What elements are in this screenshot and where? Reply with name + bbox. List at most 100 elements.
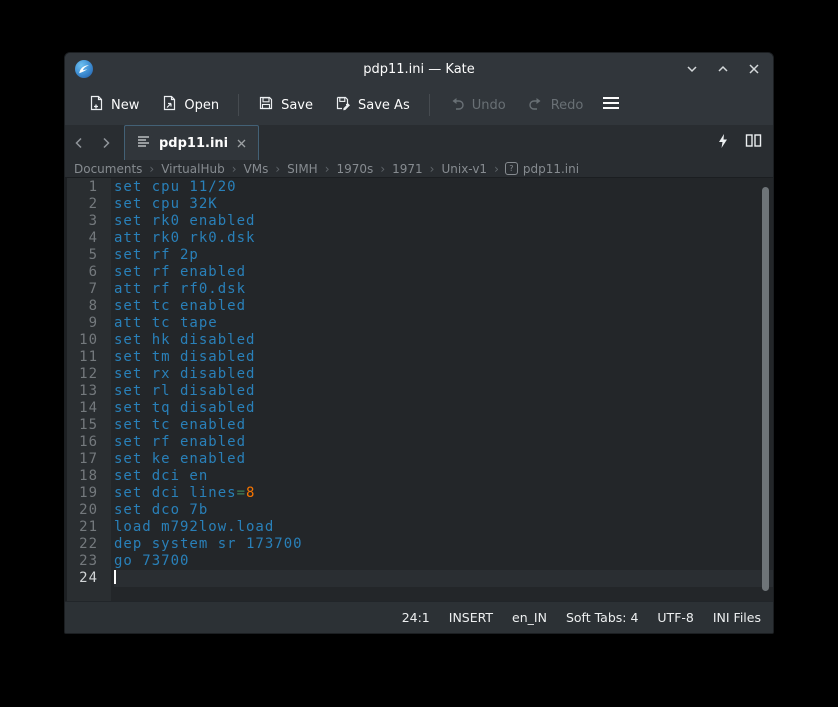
kate-app-icon bbox=[74, 59, 94, 79]
line-number: 16 bbox=[67, 434, 111, 451]
hamburger-menu-icon bbox=[602, 96, 620, 114]
code-line[interactable]: go 73700 bbox=[114, 553, 773, 570]
undo-icon bbox=[449, 95, 465, 115]
vertical-scrollbar[interactable] bbox=[762, 187, 769, 591]
breadcrumb-item[interactable]: Unix-v1 bbox=[440, 162, 488, 176]
line-number: 9 bbox=[67, 315, 111, 332]
code-line[interactable]: set cpu 32K bbox=[114, 196, 773, 213]
code-segment: go 73700 bbox=[114, 553, 189, 569]
quick-open-icon[interactable] bbox=[717, 133, 729, 153]
history-forward-button[interactable] bbox=[92, 125, 119, 160]
status-encoding[interactable]: UTF-8 bbox=[655, 608, 695, 627]
code-segment: set tc enabled bbox=[114, 417, 246, 433]
breadcrumb-file[interactable]: ? pdp11.ini bbox=[505, 162, 579, 176]
split-view-icon[interactable] bbox=[745, 133, 762, 152]
status-cursor-position[interactable]: 24:1 bbox=[400, 608, 432, 627]
line-number: 17 bbox=[67, 451, 111, 468]
code-line[interactable]: set cpu 11/20 bbox=[114, 179, 773, 196]
code-segment: set dci en bbox=[114, 468, 208, 484]
code-segment: att rf rf0.dsk bbox=[114, 281, 246, 297]
code-line[interactable]: set dci lines=8 bbox=[114, 485, 773, 502]
new-button-label: New bbox=[111, 98, 139, 113]
undo-button-label: Undo bbox=[472, 98, 506, 113]
open-button-label: Open bbox=[184, 98, 219, 113]
line-number: 24 bbox=[67, 570, 111, 587]
breadcrumb-item[interactable]: 1970s bbox=[336, 162, 375, 176]
text-area[interactable]: set cpu 11/20set cpu 32Kset rk0 enableda… bbox=[111, 178, 773, 601]
main-toolbar: New Open bbox=[65, 85, 773, 125]
document-icon bbox=[136, 134, 151, 153]
code-line[interactable]: set dco 7b bbox=[114, 502, 773, 519]
tab-label: pdp11.ini bbox=[159, 136, 228, 151]
breadcrumb-separator: › bbox=[143, 162, 160, 176]
hamburger-menu-button[interactable] bbox=[596, 90, 626, 120]
line-number: 21 bbox=[67, 519, 111, 536]
code-line[interactable]: set tc enabled bbox=[114, 298, 773, 315]
redo-button[interactable]: Redo bbox=[519, 89, 593, 121]
minimize-button[interactable] bbox=[685, 62, 699, 76]
code-line[interactable]: set rf 2p bbox=[114, 247, 773, 264]
code-segment: set hk disabled bbox=[114, 332, 255, 348]
code-line[interactable]: set hk disabled bbox=[114, 332, 773, 349]
breadcrumb-item[interactable]: Documents bbox=[73, 162, 143, 176]
titlebar[interactable]: pdp11.ini — Kate bbox=[65, 53, 773, 85]
line-number: 8 bbox=[67, 298, 111, 315]
code-line[interactable]: set rf enabled bbox=[114, 434, 773, 451]
breadcrumb-item[interactable]: VMs bbox=[243, 162, 270, 176]
save-as-button[interactable]: Save As bbox=[326, 89, 419, 121]
code-line[interactable] bbox=[114, 570, 773, 587]
line-number: 22 bbox=[67, 536, 111, 553]
open-button[interactable]: Open bbox=[152, 89, 228, 121]
code-segment: att rk0 rk0.dsk bbox=[114, 230, 255, 246]
breadcrumb-separator: › bbox=[488, 162, 505, 176]
code-segment: dep system sr 173700 bbox=[114, 536, 303, 552]
code-line[interactable]: set rf enabled bbox=[114, 264, 773, 281]
status-dictionary[interactable]: en_IN bbox=[510, 608, 549, 627]
status-file-type[interactable]: INI Files bbox=[711, 608, 763, 627]
line-number: 10 bbox=[67, 332, 111, 349]
line-number: 3 bbox=[67, 213, 111, 230]
editor-view[interactable]: 123456789101112131415161718192021222324 … bbox=[65, 178, 773, 601]
code-line[interactable]: att tc tape bbox=[114, 315, 773, 332]
code-segment: load m792low.load bbox=[114, 519, 274, 535]
code-line[interactable]: att rk0 rk0.dsk bbox=[114, 230, 773, 247]
line-number: 14 bbox=[67, 400, 111, 417]
maximize-button[interactable] bbox=[716, 62, 730, 76]
code-line[interactable]: set rx disabled bbox=[114, 366, 773, 383]
breadcrumb-item[interactable]: 1971 bbox=[391, 162, 424, 176]
code-line[interactable]: load m792low.load bbox=[114, 519, 773, 536]
code-segment: set rf 2p bbox=[114, 247, 199, 263]
line-number: 15 bbox=[67, 417, 111, 434]
code-line[interactable]: set tq disabled bbox=[114, 400, 773, 417]
breadcrumb-item[interactable]: VirtualHub bbox=[160, 162, 225, 176]
code-line[interactable]: set dci en bbox=[114, 468, 773, 485]
breadcrumb-item[interactable]: SIMH bbox=[286, 162, 319, 176]
code-line[interactable]: set ke enabled bbox=[114, 451, 773, 468]
breadcrumb-file-label: pdp11.ini bbox=[523, 162, 579, 176]
code-line[interactable]: set tm disabled bbox=[114, 349, 773, 366]
toolbar-separator bbox=[238, 94, 239, 116]
code-segment: att tc tape bbox=[114, 315, 218, 331]
tab-pdp11-ini[interactable]: pdp11.ini bbox=[124, 125, 259, 160]
code-segment: set rk0 enabled bbox=[114, 213, 255, 229]
code-line[interactable]: dep system sr 173700 bbox=[114, 536, 773, 553]
redo-button-label: Redo bbox=[551, 98, 584, 113]
line-number: 7 bbox=[67, 281, 111, 298]
code-line[interactable]: att rf rf0.dsk bbox=[114, 281, 773, 298]
tab-close-icon[interactable] bbox=[236, 138, 247, 149]
save-as-button-label: Save As bbox=[358, 98, 410, 113]
new-button[interactable]: New bbox=[79, 89, 148, 121]
code-line[interactable]: set rl disabled bbox=[114, 383, 773, 400]
save-button-label: Save bbox=[281, 98, 313, 113]
breadcrumb-folders: Documents›VirtualHub›VMs›SIMH›1970s›1971… bbox=[73, 162, 505, 176]
close-button[interactable] bbox=[747, 62, 761, 76]
breadcrumb-separator: › bbox=[319, 162, 336, 176]
save-button[interactable]: Save bbox=[249, 89, 322, 121]
undo-button[interactable]: Undo bbox=[440, 89, 515, 121]
code-line[interactable]: set tc enabled bbox=[114, 417, 773, 434]
code-line[interactable]: set rk0 enabled bbox=[114, 213, 773, 230]
text-cursor bbox=[114, 570, 116, 584]
status-input-mode[interactable]: INSERT bbox=[447, 608, 495, 627]
status-tab-mode[interactable]: Soft Tabs: 4 bbox=[564, 608, 640, 627]
history-back-button[interactable] bbox=[65, 125, 92, 160]
